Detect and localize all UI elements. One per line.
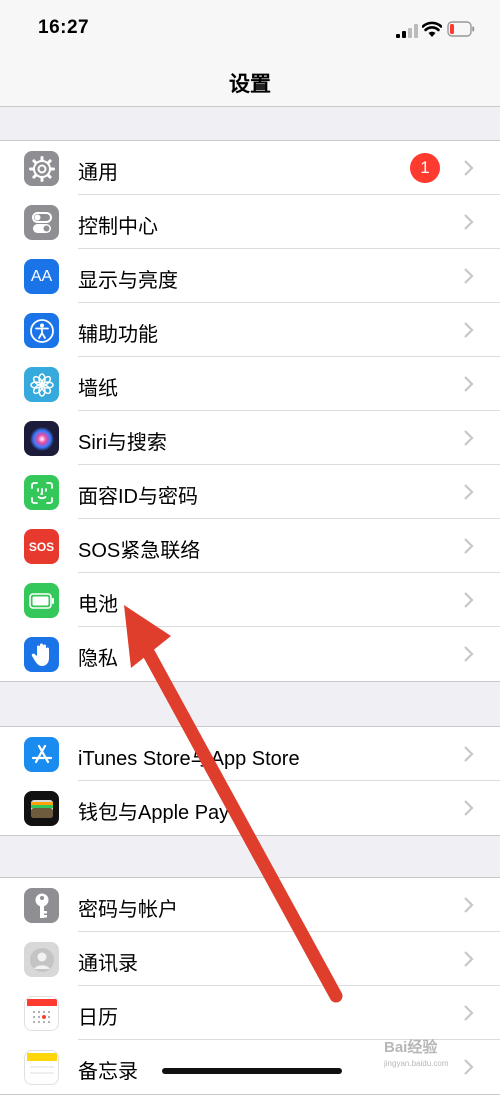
chevron-right-icon	[464, 800, 474, 816]
chevron-right-icon	[464, 746, 474, 762]
settings-row-app-store[interactable]: iTunes Store与App Store	[0, 727, 500, 781]
chevron-right-icon	[464, 484, 474, 500]
contacts-icon	[24, 942, 59, 977]
app-store-icon	[24, 737, 59, 772]
settings-group-2: iTunes Store与App Store 钱包与Apple Pay	[0, 726, 500, 836]
text-size-icon: AA	[24, 259, 59, 294]
settings-row-siri[interactable]: Siri与搜索	[0, 411, 500, 465]
settings-row-control-center[interactable]: 控制中心	[0, 195, 500, 249]
settings-row-label: 墙纸	[78, 378, 118, 400]
chevron-right-icon	[464, 592, 474, 608]
sos-icon: SOS	[24, 529, 59, 564]
flower-icon	[24, 367, 59, 402]
chevron-right-icon	[464, 430, 474, 446]
settings-row-passwords-accounts[interactable]: 密码与帐户	[0, 878, 500, 932]
home-indicator[interactable]	[162, 1068, 342, 1074]
settings-row-face-id[interactable]: 面容ID与密码	[0, 465, 500, 519]
chevron-right-icon	[464, 160, 474, 176]
settings-row-label: Siri与搜索	[78, 432, 167, 454]
face-id-icon	[24, 475, 59, 510]
settings-row-label: 面容ID与密码	[78, 486, 198, 508]
settings-row-wallpaper[interactable]: 墙纸	[0, 357, 500, 411]
settings-row-general[interactable]: 通用 1	[0, 141, 500, 195]
calendar-icon	[24, 996, 59, 1031]
settings-row-label: 电池	[78, 594, 118, 616]
settings-row-label: 钱包与Apple Pay	[78, 802, 230, 824]
settings-row-label: 辅助功能	[78, 324, 158, 346]
settings-group-1: 通用 1 控制中心 AA 显示与亮度 辅助功能 墙纸 Siri与搜索 面容ID与…	[0, 140, 500, 682]
chevron-right-icon	[464, 951, 474, 967]
watermark-subtext: jingyan.baidu.com	[384, 1059, 449, 1068]
navigation-bar: 设置	[0, 58, 500, 107]
settings-row-label: 日历	[78, 1007, 118, 1029]
chevron-right-icon	[464, 376, 474, 392]
settings-row-label: 显示与亮度	[78, 270, 178, 292]
settings-row-label: 隐私	[78, 648, 118, 670]
settings-row-label: 通讯录	[78, 953, 138, 975]
status-time: 16:27	[38, 17, 90, 38]
gear-icon	[24, 151, 59, 186]
accessibility-icon	[24, 313, 59, 348]
settings-row-label: SOS紧急联络	[78, 540, 201, 562]
cellular-signal-icon	[396, 24, 418, 38]
key-icon	[24, 888, 59, 923]
status-bar: 16:27	[0, 0, 500, 58]
siri-icon	[24, 421, 59, 456]
chevron-right-icon	[464, 646, 474, 662]
settings-row-wallet[interactable]: 钱包与Apple Pay	[0, 781, 500, 835]
chevron-right-icon	[464, 322, 474, 338]
chevron-right-icon	[464, 1005, 474, 1021]
text-size-icon-glyph: AA	[30, 267, 53, 285]
chevron-right-icon	[464, 214, 474, 230]
chevron-right-icon	[464, 538, 474, 554]
settings-row-privacy[interactable]: 隐私	[0, 627, 500, 681]
wifi-icon	[422, 21, 442, 37]
settings-row-battery[interactable]: 电池	[0, 573, 500, 627]
settings-row-label: 控制中心	[78, 216, 158, 238]
settings-row-emergency-sos[interactable]: SOS SOS紧急联络	[0, 519, 500, 573]
notification-badge: 1	[410, 153, 440, 183]
notes-icon	[24, 1050, 59, 1085]
settings-row-display[interactable]: AA 显示与亮度	[0, 249, 500, 303]
battery-status-icon	[447, 21, 475, 37]
settings-row-label: iTunes Store与App Store	[78, 748, 300, 770]
chevron-right-icon	[464, 897, 474, 913]
settings-row-label: 通用	[78, 162, 118, 184]
battery-icon	[24, 583, 59, 618]
chevron-right-icon	[464, 1059, 474, 1075]
chevron-right-icon	[464, 268, 474, 284]
watermark: Bai经验 jingyan.baidu.com	[384, 1036, 448, 1068]
settings-row-label: 备忘录	[78, 1061, 138, 1083]
settings-row-label: 密码与帐户	[78, 899, 178, 921]
watermark-text: Bai经验	[384, 1039, 438, 1056]
hand-icon	[24, 637, 59, 672]
settings-row-calendar[interactable]: 日历	[0, 986, 500, 1040]
settings-row-contacts[interactable]: 通讯录	[0, 932, 500, 986]
sos-icon-glyph: SOS	[28, 539, 55, 554]
settings-row-accessibility[interactable]: 辅助功能	[0, 303, 500, 357]
wallet-icon	[24, 791, 59, 826]
toggles-icon	[24, 205, 59, 240]
page-title: 设置	[229, 73, 271, 96]
